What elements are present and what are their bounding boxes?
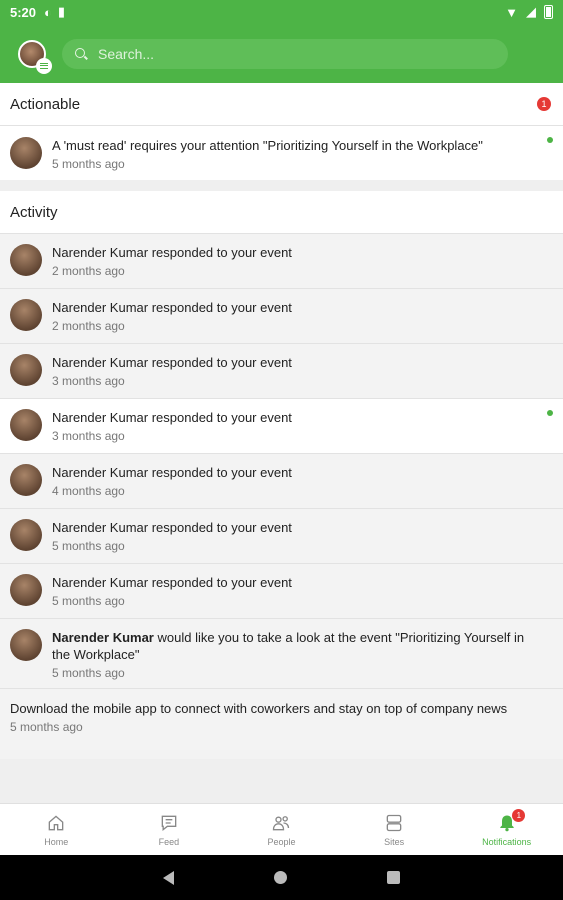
- avatar: [10, 137, 42, 169]
- activity-item[interactable]: Download the mobile app to connect with …: [0, 688, 563, 759]
- home-button-icon[interactable]: [274, 871, 287, 884]
- notification-text: Narender Kumar responded to your event: [52, 520, 292, 535]
- system-navigation-bar: [0, 855, 563, 900]
- notification-time: 3 months ago: [52, 429, 125, 443]
- actionable-title: Actionable: [10, 95, 81, 113]
- notifications-list: Actionable 1 A 'must read' requires your…: [0, 83, 563, 759]
- notification-text: Narender Kumar responded to your event: [52, 245, 292, 260]
- search-input[interactable]: [98, 45, 478, 62]
- nav-sites[interactable]: Sites: [338, 804, 451, 855]
- notification-text: Narender Kumar responded to your event: [52, 300, 292, 315]
- actionable-section-header: Actionable 1: [0, 83, 563, 125]
- nav-label: Sites: [384, 836, 405, 847]
- notification-actor: Narender Kumar: [52, 630, 154, 645]
- app-header: [0, 24, 563, 83]
- activity-item[interactable]: Narender Kumar responded to your event 3…: [0, 398, 563, 453]
- notification-time: 2 months ago: [52, 264, 125, 278]
- sites-icon: [386, 814, 402, 831]
- search-bar[interactable]: [62, 38, 508, 69]
- notification-time: 2 months ago: [52, 319, 125, 333]
- avatar: [10, 409, 42, 441]
- avatar: [10, 574, 42, 606]
- notification-time: 5 months ago: [52, 539, 125, 553]
- nav-label: People: [267, 836, 296, 847]
- activity-item[interactable]: Narender Kumar responded to your event 5…: [0, 508, 563, 563]
- notification-text: Narender Kumar responded to your event: [52, 355, 292, 370]
- actionable-count-badge: 1: [537, 97, 551, 111]
- home-icon: [48, 814, 64, 830]
- avatar: [10, 464, 42, 496]
- avatar: [10, 354, 42, 386]
- notification-text: Download the mobile app to connect with …: [10, 701, 508, 716]
- feed-icon: [161, 815, 177, 831]
- notification-time: 4 months ago: [52, 484, 125, 498]
- activity-section-header: Activity: [0, 191, 563, 233]
- notification-text: Narender Kumar responded to your event: [52, 575, 292, 590]
- activity-item[interactable]: Narender Kumar responded to your event 2…: [0, 288, 563, 343]
- wifi-icon: ▼: [505, 4, 518, 20]
- avatar: [10, 244, 42, 276]
- nav-notifications[interactable]: 1 Notifications: [450, 804, 563, 855]
- menu-icon: [36, 57, 52, 74]
- activity-item[interactable]: Narender Kumar responded to your event 3…: [0, 343, 563, 398]
- notifications-badge: 1: [512, 809, 526, 822]
- nav-label: Home: [44, 836, 69, 847]
- battery-icon: [544, 5, 553, 19]
- activity-item[interactable]: Narender Kumar responded to your event 5…: [0, 563, 563, 618]
- back-icon[interactable]: [163, 870, 174, 885]
- notification-time: 5 months ago: [10, 720, 83, 734]
- nav-people[interactable]: People: [225, 804, 338, 855]
- section-divider: [0, 180, 563, 191]
- notification-text: Narender Kumar would like you to take a …: [52, 629, 533, 663]
- sd-card-icon: ▮: [57, 4, 66, 19]
- nav-home[interactable]: Home: [0, 804, 113, 855]
- nav-label: Notifications: [482, 836, 532, 847]
- bottom-navigation: Home Feed People Sites 1 Notifications: [0, 803, 563, 855]
- notification-text: A 'must read' requires your attention "P…: [52, 138, 483, 153]
- people-icon: [273, 815, 290, 830]
- activity-title: Activity: [10, 203, 58, 221]
- nav-feed[interactable]: Feed: [113, 804, 226, 855]
- app-notification-icon: ◐: [44, 4, 52, 20]
- avatar: [10, 299, 42, 331]
- status-bar: 5:20 ◐ ▮ ▼ ◢: [0, 0, 563, 24]
- avatar: [10, 519, 42, 551]
- notification-time: 3 months ago: [52, 374, 125, 388]
- user-avatar-menu[interactable]: [18, 39, 52, 74]
- notification-text: Narender Kumar responded to your event: [52, 410, 292, 425]
- avatar: [10, 629, 42, 661]
- notification-time: 5 months ago: [52, 594, 125, 608]
- unread-dot: [547, 137, 553, 143]
- actionable-item[interactable]: A 'must read' requires your attention "P…: [0, 125, 563, 180]
- activity-item[interactable]: Narender Kumar would like you to take a …: [0, 618, 563, 688]
- activity-item[interactable]: Narender Kumar responded to your event 4…: [0, 453, 563, 508]
- signal-icon: ◢: [526, 4, 536, 19]
- status-time: 5:20: [10, 4, 37, 20]
- notification-text: Narender Kumar responded to your event: [52, 465, 292, 480]
- notification-time: 5 months ago: [52, 666, 125, 680]
- activity-item[interactable]: Narender Kumar responded to your event 2…: [0, 233, 563, 288]
- notification-time: 5 months ago: [52, 157, 125, 171]
- search-icon: [74, 47, 88, 61]
- unread-dot: [547, 410, 553, 416]
- nav-label: Feed: [158, 836, 180, 847]
- recent-apps-icon[interactable]: [387, 871, 400, 884]
